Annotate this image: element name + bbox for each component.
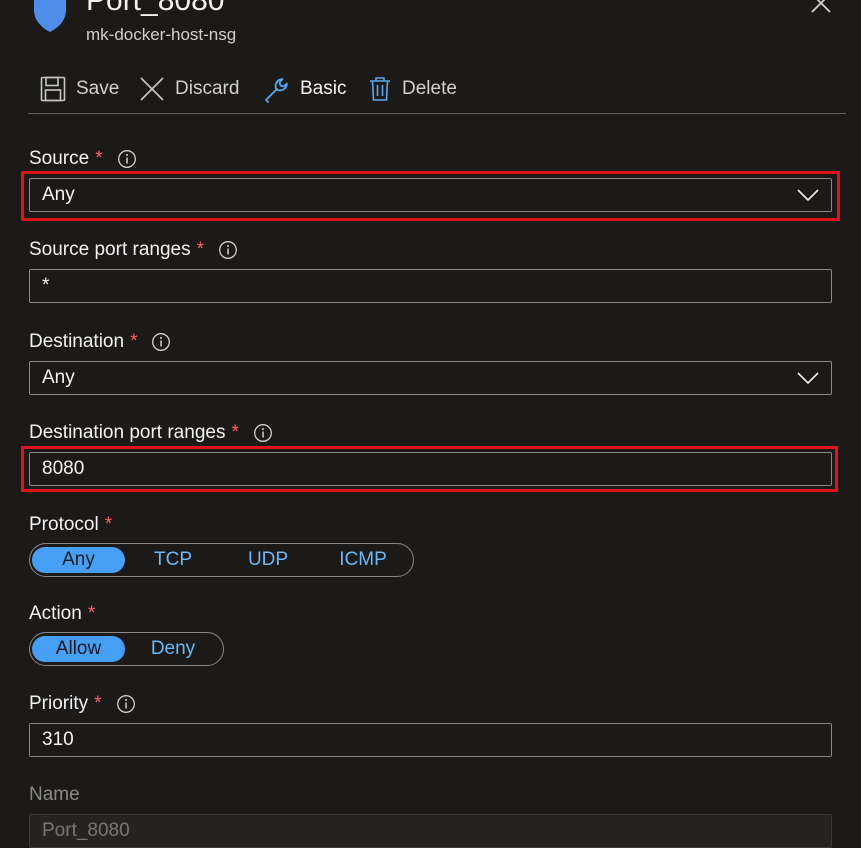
protocol-option-udp[interactable]: UDP (221, 547, 315, 573)
page-title: Port_8080 (86, 0, 225, 17)
required-marker: * (196, 239, 204, 260)
destination-port-ranges-value: 8080 (42, 458, 85, 479)
name-input: Port_8080 (29, 814, 832, 848)
wrench-icon (265, 77, 288, 103)
source-value: Any (42, 184, 75, 205)
action-toggle: Allow Deny (29, 632, 224, 666)
destination-port-ranges-label-text: Destination port ranges (29, 422, 226, 443)
protocol-option-icmp[interactable]: ICMP (315, 547, 411, 573)
required-marker: * (87, 603, 96, 624)
destination-label: Destination * (29, 331, 171, 353)
info-icon[interactable] (116, 694, 136, 714)
name-label: Name (29, 784, 80, 806)
name-label-text: Name (29, 784, 80, 805)
chevron-down-icon (797, 372, 819, 385)
panel-header: Port_8080 mk-docker-host-nsg (0, 0, 861, 60)
save-icon (40, 76, 66, 102)
protocol-option-tcp[interactable]: TCP (125, 547, 221, 573)
priority-value: 310 (42, 729, 74, 750)
priority-input[interactable]: 310 (29, 723, 832, 757)
destination-port-ranges-input[interactable]: 8080 (29, 452, 832, 486)
info-icon[interactable] (151, 332, 171, 352)
source-port-ranges-label-text: Source port ranges (29, 239, 191, 260)
discard-label: Discard (175, 78, 240, 99)
required-marker: * (104, 514, 113, 535)
source-port-ranges-input[interactable]: * (29, 269, 832, 303)
info-icon[interactable] (253, 423, 273, 443)
discard-icon (140, 77, 164, 101)
delete-button[interactable]: Delete (368, 72, 457, 106)
destination-port-ranges-label: Destination port ranges * (29, 422, 273, 444)
discard-button[interactable]: Discard (139, 72, 239, 106)
required-marker: * (130, 331, 138, 352)
info-icon[interactable] (218, 240, 238, 260)
basic-button[interactable]: Basic (263, 72, 346, 106)
action-label: Action * (29, 603, 95, 625)
action-option-allow[interactable]: Allow (32, 636, 125, 662)
save-button[interactable]: Save (40, 72, 119, 106)
source-label-text: Source (29, 148, 90, 169)
source-port-ranges-value: * (42, 275, 50, 296)
source-port-ranges-label: Source port ranges * (29, 239, 238, 261)
name-value: Port_8080 (42, 820, 130, 841)
protocol-label: Protocol * (29, 514, 112, 536)
action-label-text: Action (29, 603, 82, 624)
source-label: Source * (29, 148, 137, 170)
required-marker: * (94, 693, 102, 714)
page-subtitle: mk-docker-host-nsg (86, 25, 237, 44)
protocol-option-any[interactable]: Any (32, 547, 125, 573)
priority-label-text: Priority (29, 693, 89, 714)
destination-label-text: Destination (29, 331, 125, 352)
protocol-toggle: Any TCP UDP ICMP (29, 543, 414, 577)
shield-icon (34, 0, 66, 32)
destination-dropdown[interactable]: Any (29, 361, 832, 395)
trash-icon (370, 77, 390, 101)
source-dropdown[interactable]: Any (29, 178, 832, 212)
command-bar: Save Discard Basic Delete (28, 70, 846, 114)
required-marker: * (231, 422, 239, 443)
priority-label: Priority * (29, 693, 136, 715)
action-option-deny[interactable]: Deny (125, 636, 221, 662)
close-icon[interactable] (810, 0, 832, 14)
required-marker: * (95, 148, 103, 169)
chevron-down-icon (797, 189, 819, 202)
delete-label: Delete (402, 78, 457, 99)
info-icon[interactable] (117, 149, 137, 169)
destination-value: Any (42, 367, 75, 388)
protocol-label-text: Protocol (29, 514, 99, 535)
save-label: Save (76, 78, 120, 99)
basic-label: Basic (300, 78, 347, 99)
